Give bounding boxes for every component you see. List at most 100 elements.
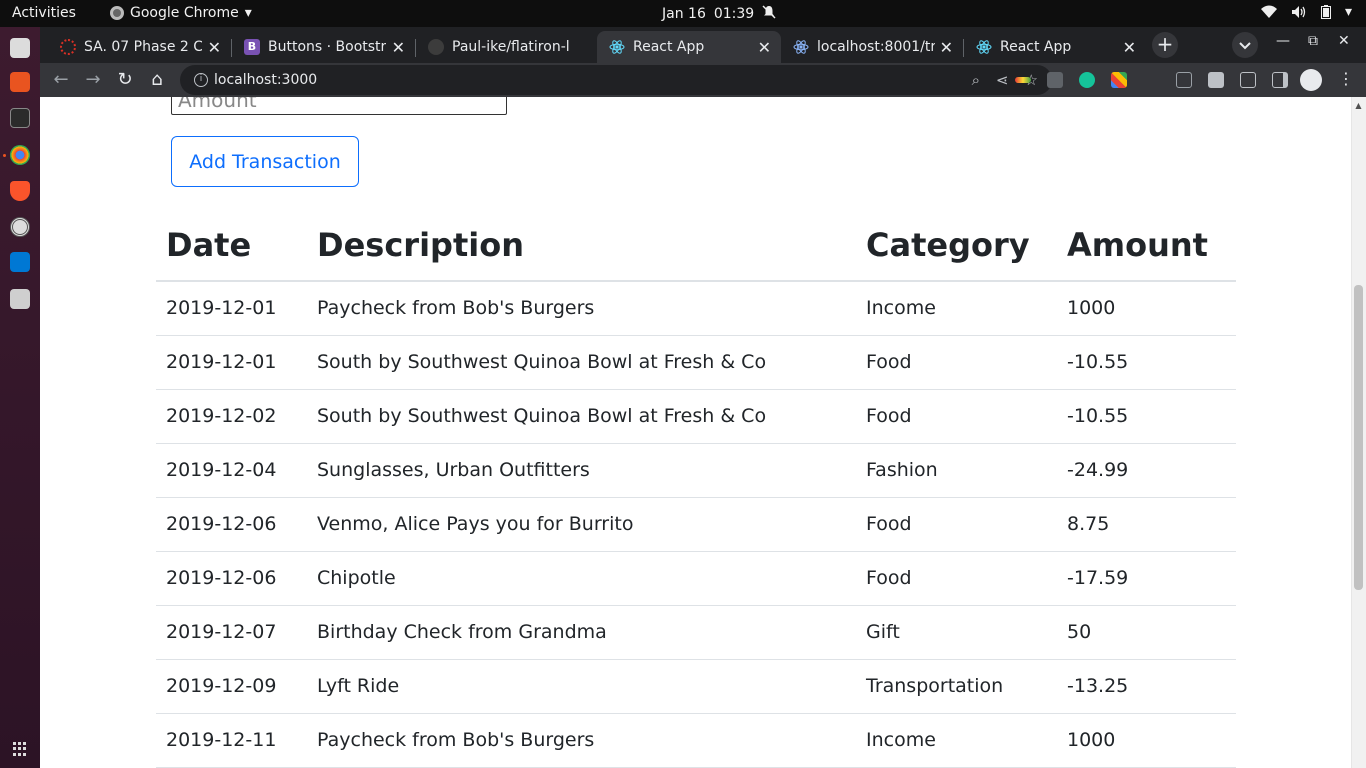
- software-center-icon[interactable]: [10, 72, 30, 92]
- react-icon: [609, 39, 625, 55]
- circle-icon: [60, 39, 76, 55]
- dock: [0, 27, 40, 768]
- brave-icon[interactable]: [10, 181, 30, 201]
- extension-dots-icon[interactable]: [1047, 72, 1063, 88]
- cell-date: 2019-12-04: [156, 443, 307, 498]
- header-date: Date: [156, 209, 307, 282]
- cell-date: 2019-12-09: [156, 659, 307, 714]
- header-category: Category: [856, 209, 1057, 282]
- tab-bootstrap-buttons[interactable]: B Buttons · Bootstr ✕: [232, 31, 415, 63]
- close-icon[interactable]: ✕: [1123, 38, 1136, 57]
- cell-description: Sunglasses, Urban Outfitters: [307, 443, 856, 498]
- side-panel-icon[interactable]: [1272, 72, 1288, 88]
- cell-amount: 1000: [1057, 713, 1236, 768]
- globe-icon: [793, 39, 809, 55]
- cell-date: 2019-12-01: [156, 281, 307, 336]
- cell-date: 2019-12-02: [156, 389, 307, 444]
- table-row: 2019-12-07 Birthday Check from Grandma G…: [156, 605, 1236, 660]
- clock[interactable]: Jan 16 01:39: [662, 5, 776, 23]
- back-icon[interactable]: ←: [50, 69, 72, 91]
- tab-github[interactable]: Paul-ike/flatiron-l: [416, 31, 597, 63]
- files-icon[interactable]: [10, 38, 30, 58]
- vertical-scrollbar[interactable]: ▲: [1351, 97, 1366, 768]
- tab-label: localhost:8001/tr: [817, 39, 935, 55]
- extension-colorful-icon[interactable]: [1111, 72, 1127, 88]
- cast-icon[interactable]: [1240, 72, 1256, 88]
- close-icon[interactable]: ✕: [758, 38, 771, 57]
- react-icon: [976, 39, 992, 55]
- share-icon[interactable]: ⋖: [996, 71, 1009, 89]
- tab-search-button[interactable]: [1232, 32, 1258, 58]
- page-viewport: Add Transaction Date Description Categor…: [40, 97, 1366, 768]
- tab-sa-phase[interactable]: SA. 07 Phase 2 Co ✕: [48, 31, 231, 63]
- table-row: 2019-12-09 Lyft Ride Transportation -13.…: [156, 659, 1236, 714]
- more-menu-icon[interactable]: ⋮: [1338, 69, 1354, 88]
- notifications-muted-icon: [762, 5, 776, 23]
- grammarly-icon[interactable]: [1079, 72, 1095, 88]
- table-row: 2019-12-06 Chipotle Food -17.59: [156, 551, 1236, 606]
- close-icon[interactable]: ✕: [208, 38, 221, 57]
- cell-date: 2019-12-06: [156, 551, 307, 606]
- github-icon: [428, 39, 444, 55]
- wifi-icon: [1260, 5, 1277, 19]
- terminal-icon[interactable]: [10, 108, 30, 128]
- maximize-icon[interactable]: ⧉: [1308, 33, 1318, 49]
- cell-date: 2019-12-11: [156, 713, 307, 768]
- cell-category: Food: [856, 389, 1057, 444]
- chrome-icon[interactable]: [10, 145, 30, 165]
- close-icon[interactable]: ✕: [940, 38, 953, 57]
- system-tray[interactable]: ▾: [1260, 4, 1352, 20]
- home-icon[interactable]: ⌂: [146, 69, 168, 91]
- cell-category: Fashion: [856, 443, 1057, 498]
- tab-react-app[interactable]: React App ✕: [964, 31, 1146, 63]
- tab-label: SA. 07 Phase 2 Co: [84, 39, 202, 55]
- new-tab-button[interactable]: +: [1152, 32, 1178, 58]
- app-menu[interactable]: Google Chrome ▾: [110, 5, 252, 21]
- cell-description: South by Southwest Quinoa Bowl at Fresh …: [307, 335, 856, 390]
- cell-category: Transportation: [856, 659, 1057, 714]
- cell-description: Paycheck from Bob's Burgers: [307, 713, 856, 768]
- cell-description: Lyft Ride: [307, 659, 856, 714]
- table-row: 2019-12-01 South by Southwest Quinoa Bow…: [156, 335, 1236, 390]
- cell-amount: -10.55: [1057, 389, 1236, 444]
- close-window-icon[interactable]: ✕: [1338, 33, 1350, 49]
- time-label: 01:39: [713, 6, 755, 22]
- info-icon[interactable]: i: [194, 73, 208, 87]
- cell-description: Birthday Check from Grandma: [307, 605, 856, 660]
- disk-icon[interactable]: [10, 217, 30, 237]
- activities-button[interactable]: Activities: [12, 5, 76, 21]
- cell-amount: -17.59: [1057, 551, 1236, 606]
- vscode-icon[interactable]: [10, 252, 30, 272]
- tab-localhost-8001[interactable]: localhost:8001/tr ✕: [781, 31, 963, 63]
- date-label: Jan 16: [662, 6, 706, 22]
- cell-date: 2019-12-06: [156, 497, 307, 552]
- app-name: Google Chrome: [130, 5, 239, 21]
- scrollbar-thumb[interactable]: [1354, 285, 1363, 590]
- extension-rainbow-icon[interactable]: [1015, 77, 1031, 83]
- close-icon[interactable]: ✕: [392, 38, 405, 57]
- zoom-icon[interactable]: ⌕: [972, 71, 980, 89]
- table-row: 2019-12-02 South by Southwest Quinoa Bow…: [156, 389, 1236, 444]
- browser-toolbar: ← → ↻ ⌂ i localhost:3000 ⌕ ⋖ ☆ ⋮: [40, 63, 1366, 97]
- chevron-down-icon: ▾: [1344, 4, 1352, 20]
- tab-react-app-active[interactable]: React App ✕: [597, 31, 781, 63]
- screenshot-icon[interactable]: [10, 289, 30, 309]
- table-row: 2019-12-04 Sunglasses, Urban Outfitters …: [156, 443, 1236, 498]
- minimize-icon[interactable]: —: [1276, 33, 1290, 49]
- extension-cursor-icon[interactable]: [1176, 72, 1192, 88]
- forward-icon[interactable]: →: [82, 69, 104, 91]
- scroll-up-icon[interactable]: ▲: [1354, 101, 1363, 110]
- amount-input[interactable]: [171, 97, 507, 115]
- tab-label: Buttons · Bootstr: [268, 39, 386, 55]
- show-applications-icon[interactable]: [13, 742, 27, 756]
- extensions-puzzle-icon[interactable]: [1208, 72, 1224, 88]
- active-indicator: [3, 154, 6, 157]
- profile-avatar[interactable]: [1300, 69, 1322, 91]
- address-bar[interactable]: i localhost:3000 ⌕ ⋖ ☆: [180, 65, 1052, 95]
- reload-icon[interactable]: ↻: [114, 69, 136, 91]
- add-transaction-button[interactable]: Add Transaction: [171, 136, 359, 187]
- header-amount: Amount: [1057, 209, 1236, 282]
- cell-category: Food: [856, 497, 1057, 552]
- cell-amount: -10.55: [1057, 335, 1236, 390]
- cell-category: Income: [856, 281, 1057, 336]
